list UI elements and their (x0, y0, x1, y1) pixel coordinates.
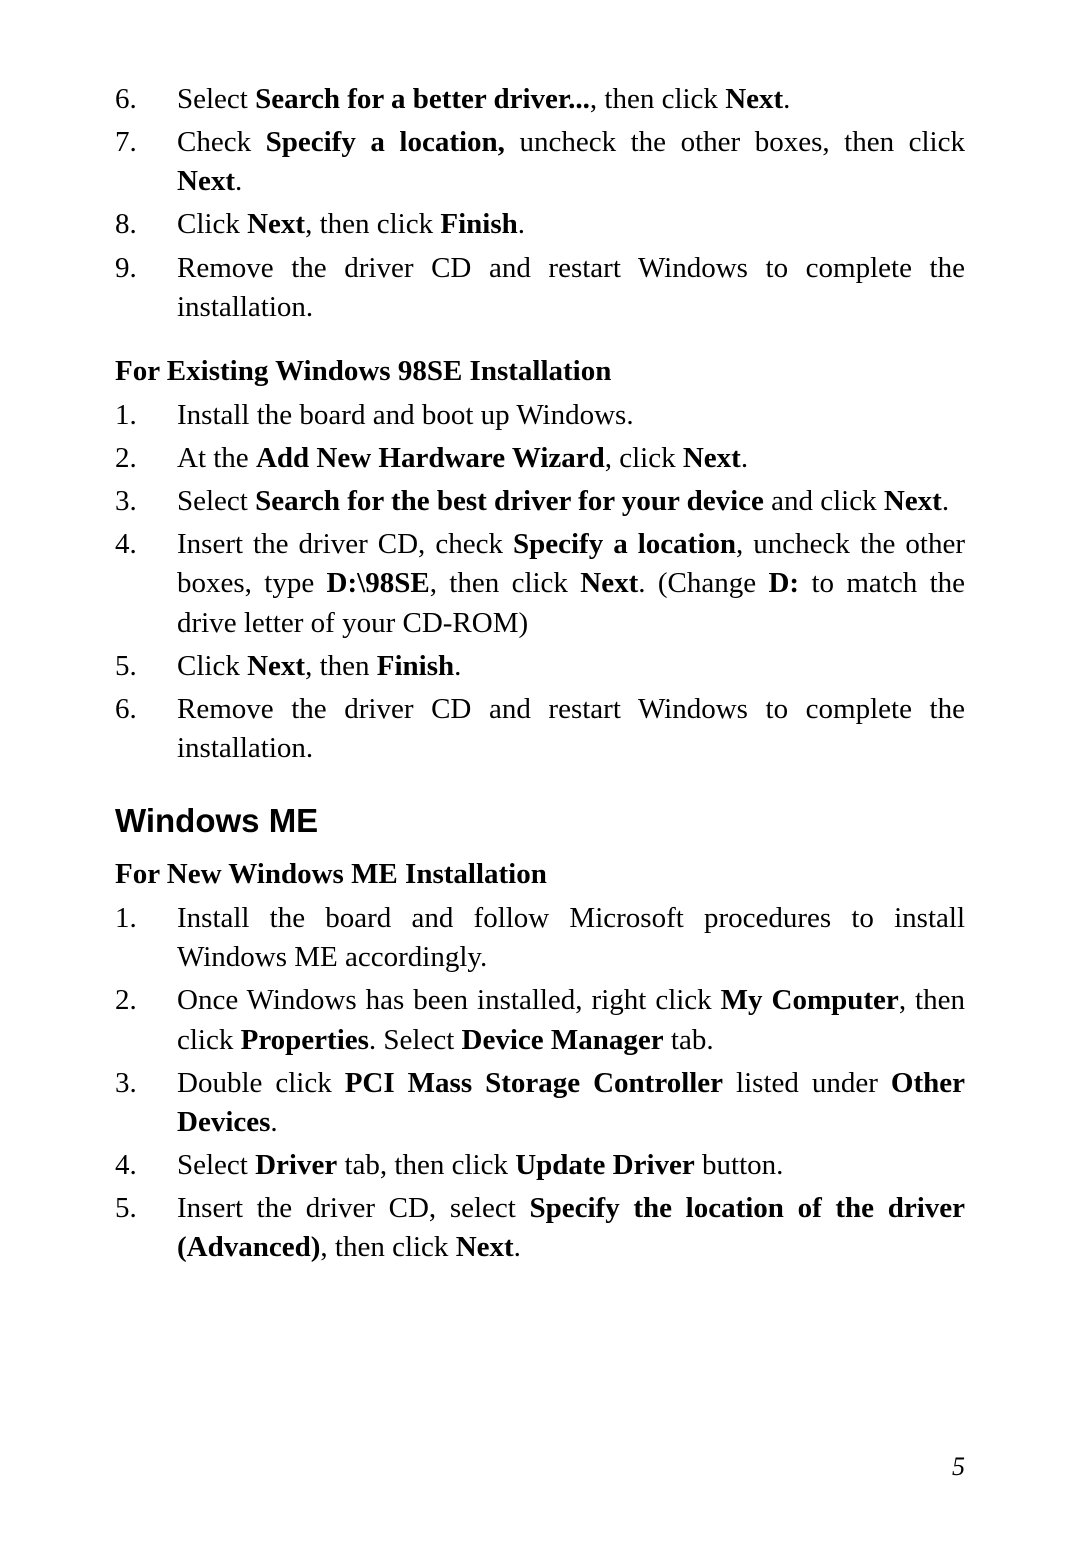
list-text: Install the board and boot up Windows. (177, 396, 965, 435)
list-item: 1. Install the board and boot up Windows… (115, 396, 965, 435)
list-item: 6. Select Search for a better driver...,… (115, 80, 965, 119)
list-text: At the Add New Hardware Wizard, click Ne… (177, 439, 965, 478)
list-item: 2. At the Add New Hardware Wizard, click… (115, 439, 965, 478)
heading-windows-me: Windows ME (115, 802, 965, 840)
list-number: 6. (115, 690, 177, 768)
list-text: Double click PCI Mass Storage Controller… (177, 1064, 965, 1142)
list-number: 4. (115, 525, 177, 642)
list-text: Select Search for a better driver..., th… (177, 80, 965, 119)
list-item: 4. Select Driver tab, then click Update … (115, 1146, 965, 1185)
list-item: 3. Select Search for the best driver for… (115, 482, 965, 521)
list-text: Select Driver tab, then click Update Dri… (177, 1146, 965, 1185)
list-item: 4. Insert the driver CD, check Specify a… (115, 525, 965, 642)
list-number: 3. (115, 1064, 177, 1142)
page-number: 5 (952, 1452, 965, 1482)
list-text: Check Specify a location, uncheck the ot… (177, 123, 965, 201)
section-1-list: 6. Select Search for a better driver...,… (115, 80, 965, 327)
list-number: 4. (115, 1146, 177, 1185)
list-number: 5. (115, 647, 177, 686)
list-text: Install the board and follow Microsoft p… (177, 899, 965, 977)
list-number: 1. (115, 396, 177, 435)
list-number: 2. (115, 439, 177, 478)
list-text: Insert the driver CD, select Specify the… (177, 1189, 965, 1267)
list-text: Once Windows has been installed, right c… (177, 981, 965, 1059)
list-number: 5. (115, 1189, 177, 1267)
list-item: 7. Check Specify a location, uncheck the… (115, 123, 965, 201)
list-text: Remove the driver CD and restart Windows… (177, 249, 965, 327)
list-item: 9. Remove the driver CD and restart Wind… (115, 249, 965, 327)
list-number: 7. (115, 123, 177, 201)
list-number: 8. (115, 205, 177, 244)
list-text: Remove the driver CD and restart Windows… (177, 690, 965, 768)
section-3-list: 1. Install the board and follow Microsof… (115, 899, 965, 1267)
list-text: Click Next, then click Finish. (177, 205, 965, 244)
list-item: 5. Click Next, then Finish. (115, 647, 965, 686)
list-text: Select Search for the best driver for yo… (177, 482, 965, 521)
list-number: 9. (115, 249, 177, 327)
list-text: Insert the driver CD, check Specify a lo… (177, 525, 965, 642)
list-number: 1. (115, 899, 177, 977)
list-item: 8. Click Next, then click Finish. (115, 205, 965, 244)
list-number: 6. (115, 80, 177, 119)
list-item: 5. Insert the driver CD, select Specify … (115, 1189, 965, 1267)
list-item: 6. Remove the driver CD and restart Wind… (115, 690, 965, 768)
list-item: 2. Once Windows has been installed, righ… (115, 981, 965, 1059)
heading-new-me-install: For New Windows ME Installation (115, 858, 965, 891)
list-number: 2. (115, 981, 177, 1059)
section-2-list: 1. Install the board and boot up Windows… (115, 396, 965, 768)
list-item: 3. Double click PCI Mass Storage Control… (115, 1064, 965, 1142)
list-text: Click Next, then Finish. (177, 647, 965, 686)
heading-existing-98se: For Existing Windows 98SE Installation (115, 355, 965, 388)
list-number: 3. (115, 482, 177, 521)
list-item: 1. Install the board and follow Microsof… (115, 899, 965, 977)
